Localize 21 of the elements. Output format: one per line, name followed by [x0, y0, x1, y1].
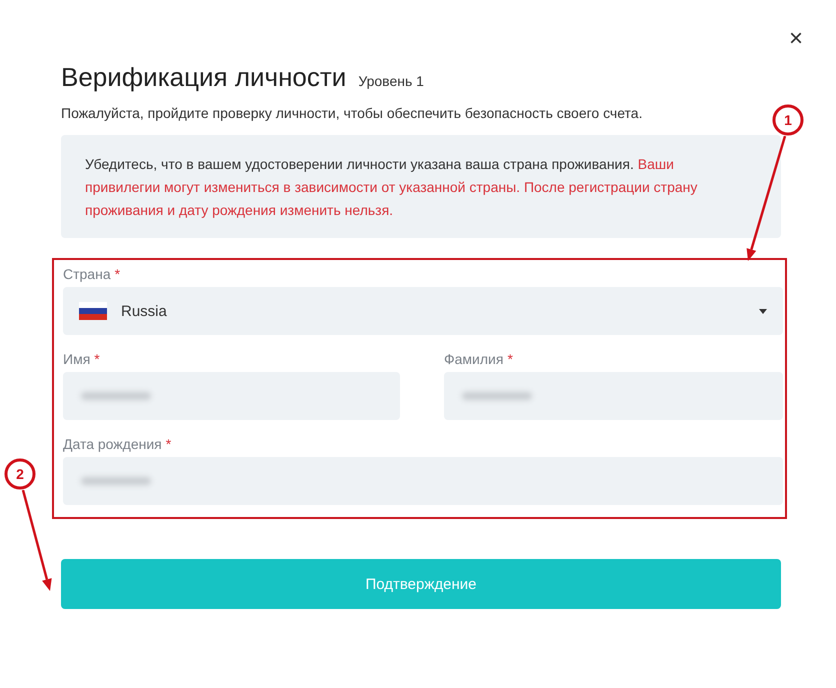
dialog-title: Верификация личности — [61, 62, 346, 93]
subtitle: Пожалуйста, пройдите проверку личности, чтобы обеспечить безопасность своего счета. — [61, 105, 644, 121]
input-field[interactable] — [63, 457, 783, 505]
field-label: Имя — [63, 351, 90, 367]
caret-icon — [759, 308, 767, 314]
field-label: Страна — [63, 266, 111, 282]
required-asterisk: * — [94, 351, 100, 367]
field-label: Дата рождения — [63, 436, 162, 452]
callout-marker: 1 — [772, 104, 804, 136]
country-select[interactable]: Russia — [63, 287, 783, 335]
required-asterisk: * — [507, 351, 513, 367]
close-button[interactable]: × — [785, 26, 808, 52]
callout-marker: 2 — [4, 458, 36, 490]
required-asterisk: * — [114, 266, 120, 282]
level-label: Уровень 1 — [358, 73, 424, 89]
required-asterisk: * — [166, 436, 172, 452]
input-field[interactable] — [444, 372, 783, 420]
flag-icon — [79, 302, 107, 320]
input-field[interactable] — [63, 372, 400, 420]
field-label: Фамилия — [444, 351, 504, 367]
notice-text: Убедитесь, что в вашем удостоверении личности указана ваша страна проживания. Ваши привилегии могут измениться в зависимости от указанной страны. После регистрации страну проживания и дату рождения изменить нельзя. — [61, 135, 781, 238]
